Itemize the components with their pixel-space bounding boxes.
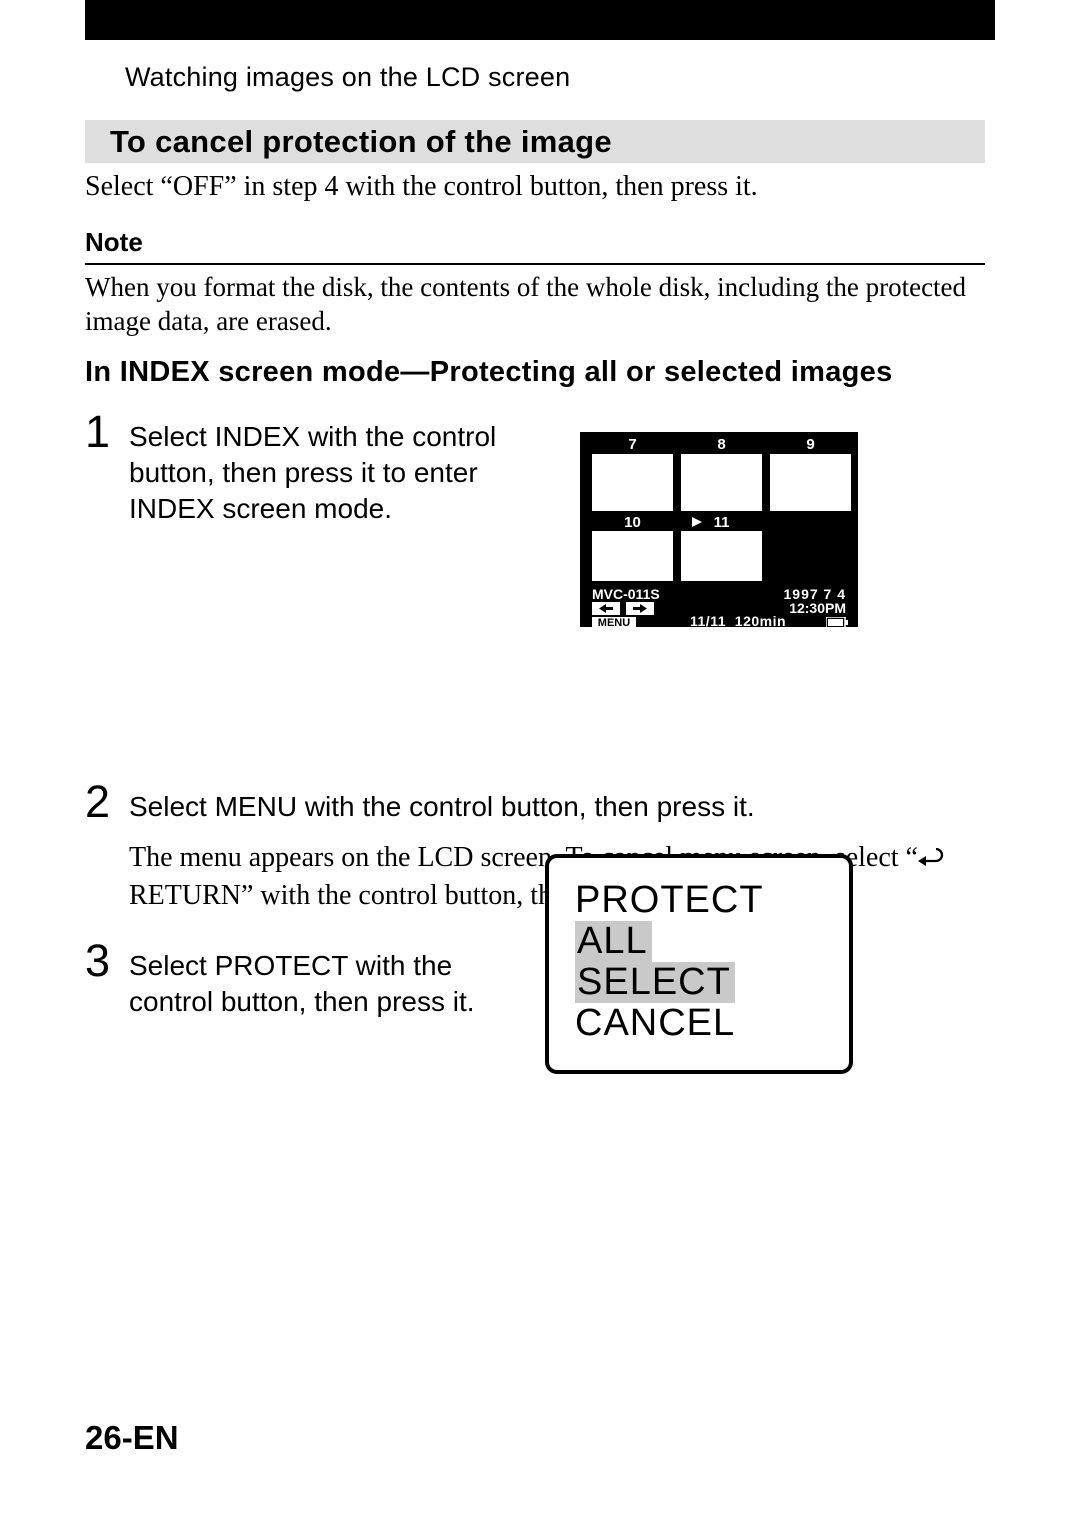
note-rule — [85, 263, 985, 265]
page-number: 26-EN — [85, 1419, 179, 1457]
arrow-left-icon — [592, 602, 620, 615]
battery-icon — [826, 615, 848, 626]
protect-menu-figure: PROTECT ALL SELECT CANCEL — [545, 854, 853, 1074]
thumbnail — [770, 454, 851, 511]
step-number: 1 — [85, 408, 129, 455]
step-text: Select PROTECT with the control button, … — [129, 937, 529, 1020]
header-bar — [85, 0, 995, 40]
return-icon — [918, 842, 944, 878]
protect-menu-option-all: ALL — [575, 921, 652, 962]
index-screen-figure: 7 8 9 10 11 MVC-011S 1997 7 4 12:30PM — [580, 432, 858, 627]
manual-page: Watching images on the LCD screen To can… — [0, 0, 1080, 1523]
thumb-number: 11 — [681, 514, 762, 531]
figure-time-label: 12:30PM — [789, 600, 846, 616]
thumb-number: 7 — [592, 436, 673, 453]
thumb-number: 9 — [770, 436, 851, 453]
figure-counter-label: 11/11 120min — [690, 613, 786, 629]
remaining-value: 120min — [735, 613, 786, 629]
note-body: When you format the disk, the contents o… — [85, 271, 985, 339]
step-2: 2 Select MENU with the control button, t… — [85, 778, 985, 825]
protect-menu-option-select: SELECT — [575, 962, 735, 1003]
protect-menu-title: PROTECT — [575, 880, 823, 921]
thumb-number: 8 — [681, 436, 762, 453]
thumb-number: 10 — [592, 514, 673, 531]
thumbnail — [681, 531, 762, 581]
note-title: Note — [85, 227, 985, 261]
breadcrumb: Watching images on the LCD screen — [125, 62, 570, 93]
section-heading-bar: To cancel protection of the image — [85, 120, 985, 163]
step-number: 3 — [85, 937, 129, 984]
protect-menu-option-cancel: CANCEL — [575, 1003, 823, 1044]
step-text: Select MENU with the control button, the… — [129, 778, 889, 825]
thumbnail — [592, 531, 673, 581]
figure-menu-label: MENU — [592, 617, 636, 629]
counter-value: 11/11 — [690, 613, 726, 629]
step-number: 2 — [85, 778, 129, 825]
mode-heading: In INDEX screen mode—Protecting all or s… — [85, 356, 985, 389]
section-heading-text: To cancel protection of the image — [110, 124, 612, 160]
thumbnail — [592, 454, 673, 511]
note-block: Note When you format the disk, the conte… — [85, 227, 985, 339]
steps-list: 1 Select INDEX with the control button, … — [85, 408, 985, 1020]
thumbnail — [681, 454, 762, 511]
section-body-text: Select “OFF” in step 4 with the control … — [85, 169, 985, 204]
arrow-right-icon — [626, 602, 654, 615]
step-text: Select INDEX with the control button, th… — [129, 408, 544, 526]
figure-model-label: MVC-011S — [592, 586, 660, 602]
